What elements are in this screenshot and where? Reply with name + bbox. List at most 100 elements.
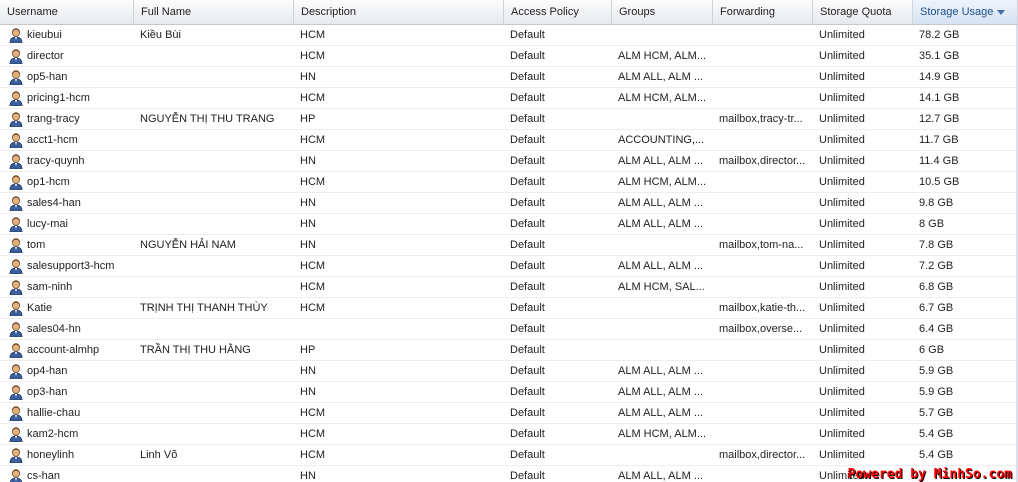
cell-forwarding xyxy=(713,424,813,444)
grid-header: Username Full Name Description Access Polic… xyxy=(0,0,1018,25)
cell-access: Default xyxy=(510,323,545,335)
table-row[interactable]: tom NGUYỄN HẢI NAM HN Default mailbox,tom-na… xyxy=(0,235,1018,256)
cell-usage: 12.7 GB xyxy=(919,113,960,125)
column-header-label: Storage Usage xyxy=(920,6,994,18)
column-header-label: Storage Quota xyxy=(820,6,892,18)
cell-access: Default xyxy=(510,386,545,398)
cell-quota: Unlimited xyxy=(819,323,865,335)
cell-usage: 11.4 GB xyxy=(919,155,959,167)
table-row[interactable]: op1-hcm HCM Default ALM HCM, ALM... Unlimite… xyxy=(0,172,1018,193)
cell-forwarding xyxy=(713,466,813,482)
cell-access: Default xyxy=(510,197,545,209)
cell-fullname: TRỊNH THỊ THANH THÙY xyxy=(140,302,268,314)
table-row[interactable]: account-almhp TRẦN THỊ THU HẰNG HP Default U… xyxy=(0,340,1018,361)
cell-fullname: Kiều Bùi xyxy=(140,29,181,41)
cell-usage: 9.8 GB xyxy=(919,197,954,209)
cell-usage: 6 GB xyxy=(919,344,945,356)
table-row[interactable]: director HCM Default ALM HCM, ALM... Unlimit… xyxy=(0,46,1018,67)
cell-quota: Unlimited xyxy=(819,239,865,251)
cell-fullname xyxy=(134,466,294,482)
table-row[interactable]: acct1-hcm HCM Default ACCOUNTING,... Unlimit… xyxy=(0,130,1018,151)
cell-usage: 6.7 GB xyxy=(919,302,954,314)
cell-fullname: Linh Võ xyxy=(140,449,178,461)
cell-username: account-almhp xyxy=(27,344,100,356)
cell-quota: Unlimited xyxy=(819,176,865,188)
table-row[interactable]: trang-tracy NGUYỄN THỊ THU TRANG HP Default… xyxy=(0,109,1018,130)
cell-quota: Unlimited xyxy=(819,281,865,293)
cell-quota: Unlimited xyxy=(819,29,865,41)
cell-access: Default xyxy=(510,365,545,377)
cell-usage: 5.4 GB xyxy=(919,428,954,440)
cell-quota: Unlimited xyxy=(819,344,865,356)
column-header-fullname[interactable]: Full Name xyxy=(134,0,294,24)
cell-username: acct1-hcm xyxy=(27,134,78,146)
table-row[interactable]: pricing1-hcm HCM Default ALM HCM, ALM... Unl… xyxy=(0,88,1018,109)
cell-username: salesupport3-hcm xyxy=(27,260,115,272)
cell-quota: Unlimited xyxy=(819,449,865,461)
table-row[interactable]: hallie-chau HCM Default ALM ALL, ALM ... Unl… xyxy=(0,403,1018,424)
cell-access: Default xyxy=(510,50,545,62)
cell-quota: Unlimited xyxy=(819,365,865,377)
cell-username: tracy-quynh xyxy=(27,155,85,167)
cell-groups: ALM HCM, ALM... xyxy=(618,428,707,440)
cell-forwarding xyxy=(713,403,813,423)
table-row[interactable]: kieubui Kiều Bùi HCM Default Unlimited 78.2 G… xyxy=(0,25,1018,46)
cell-username: op4-han xyxy=(27,365,68,377)
table-row[interactable]: sales4-han HN Default ALM ALL, ALM ... Unlim… xyxy=(0,193,1018,214)
cell-username: sales04-hn xyxy=(27,323,81,335)
cell-usage: 7.2 GB xyxy=(919,260,954,272)
cell-quota: Unlimited xyxy=(819,92,865,104)
watermark: Powered by MinhSo.com xyxy=(847,467,1012,482)
table-row[interactable]: op4-han HN Default ALM ALL, ALM ... Unlimite… xyxy=(0,361,1018,382)
cell-fullname xyxy=(134,256,294,276)
cell-groups xyxy=(612,319,713,339)
table-row[interactable]: op3-han HN Default ALM ALL, ALM ... Unlimite… xyxy=(0,382,1018,403)
table-row[interactable]: sam-ninh HCM Default ALM HCM, SAL... Unlimit… xyxy=(0,277,1018,298)
table-row[interactable]: tracy-quynh HN Default ALM ALL, ALM ... mail… xyxy=(0,151,1018,172)
cell-groups: ALM ALL, ALM ... xyxy=(618,155,703,167)
cell-description: HN xyxy=(300,386,316,398)
column-header-forwarding[interactable]: Forwarding xyxy=(713,0,813,24)
cell-fullname xyxy=(134,382,294,402)
table-row[interactable]: kam2-hcm HCM Default ALM HCM, ALM... Unlimit… xyxy=(0,424,1018,445)
sort-desc-icon[interactable] xyxy=(997,9,1006,15)
table-row[interactable]: Katie TRỊNH THỊ THANH THÙY HCM Default mailb… xyxy=(0,298,1018,319)
table-row[interactable]: honeylinh Linh Võ HCM Default mailbox,direct… xyxy=(0,445,1018,466)
cell-access: Default xyxy=(510,71,545,83)
cell-forwarding xyxy=(713,340,813,360)
column-header-usage[interactable]: Storage Usage xyxy=(913,0,1018,24)
column-header-groups[interactable]: Groups xyxy=(612,0,713,24)
cell-forwarding xyxy=(713,130,813,150)
cell-fullname xyxy=(134,46,294,66)
table-row[interactable]: sales04-hn Default mailbox,overse... Unlimi… xyxy=(0,319,1018,340)
column-header-username[interactable]: Username xyxy=(0,0,134,24)
cell-description: HN xyxy=(300,470,316,482)
cell-username: op1-hcm xyxy=(27,176,70,188)
cell-description: HN xyxy=(300,197,316,209)
cell-quota: Unlimited xyxy=(819,260,865,272)
cell-usage: 5.4 GB xyxy=(919,449,954,461)
table-row[interactable]: lucy-mai HN Default ALM ALL, ALM ... Unlimit… xyxy=(0,214,1018,235)
column-header-access[interactable]: Access Policy xyxy=(504,0,612,24)
column-header-quota[interactable]: Storage Quota xyxy=(813,0,913,24)
cell-fullname xyxy=(134,277,294,297)
cell-groups: ALM ALL, ALM ... xyxy=(618,470,703,482)
table-row[interactable]: salesupport3-hcm HCM Default ALM ALL, ALM .… xyxy=(0,256,1018,277)
cell-groups: ALM ALL, ALM ... xyxy=(618,218,703,230)
cell-access: Default xyxy=(510,470,545,482)
column-header-description[interactable]: Description xyxy=(294,0,504,24)
table-row[interactable]: op5-han HN Default ALM ALL, ALM ... Unlimite… xyxy=(0,67,1018,88)
cell-description: HCM xyxy=(300,50,326,62)
cell-access: Default xyxy=(510,281,545,293)
cell-description xyxy=(294,319,504,339)
cell-fullname: NGUYỄN HẢI NAM xyxy=(140,239,236,251)
cell-access: Default xyxy=(510,239,545,251)
cell-access: Default xyxy=(510,134,545,146)
cell-description: HCM xyxy=(300,281,326,293)
cell-fullname xyxy=(134,172,294,192)
cell-description: HCM xyxy=(300,428,326,440)
cell-username: pricing1-hcm xyxy=(27,92,90,104)
cell-usage: 10.5 GB xyxy=(919,176,960,188)
cell-description: HN xyxy=(300,365,316,377)
cell-username: lucy-mai xyxy=(27,218,68,230)
